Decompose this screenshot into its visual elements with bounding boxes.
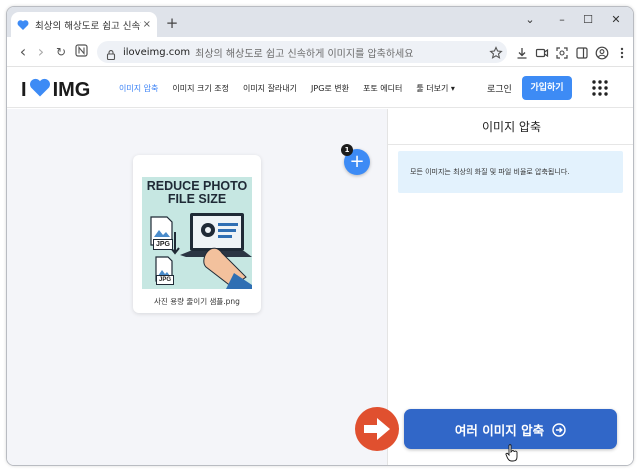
- url-domain: iloveimg.com: [123, 46, 191, 58]
- file-name: 사진 용량 줄이기 샘플.png: [154, 297, 240, 306]
- maximize-button[interactable]: ☐: [577, 13, 599, 26]
- logo-text-right: IMG: [52, 79, 91, 101]
- cast-icon[interactable]: [535, 45, 549, 59]
- nav-more-tools[interactable]: 툴 더보기 ▾: [416, 83, 455, 94]
- thumbnail-badge-jpg-2: JPG: [156, 275, 175, 285]
- upload-area: REDUCE PHOTO FILE SIZE JPG JPG 사진 용량 줄이기…: [7, 109, 387, 465]
- site-info-icon[interactable]: [105, 46, 117, 61]
- hand-cursor-icon: [505, 444, 519, 462]
- download-icon[interactable]: [515, 45, 529, 59]
- main-nav: 이미지 압축 이미지 크기 조정 이미지 잘라내기 JPG로 변환 포토 에디터…: [119, 83, 469, 94]
- arrow-right-circle-icon: [552, 422, 566, 437]
- logo-text-left: I: [21, 79, 27, 101]
- logo-heart-icon: [29, 78, 51, 103]
- profile-icon[interactable]: [595, 45, 609, 60]
- file-thumbnail: REDUCE PHOTO FILE SIZE JPG JPG: [142, 177, 252, 289]
- extension-n-icon[interactable]: [73, 44, 89, 60]
- compress-button-label: 여러 이미지 압축: [454, 422, 545, 438]
- sidebar-panel-icon[interactable]: [575, 45, 589, 59]
- url-page-title: 최상의 해상도로 쉽고 신속하게 이미지를 압축하세요: [195, 48, 414, 60]
- thumbnail-badge-jpg-1: JPG: [153, 239, 174, 250]
- browser-window: 최상의 해상도로 쉽고 신속하게 × + ⌄ – ☐ ✕ ‹ › ↻ ilove…: [6, 6, 634, 466]
- compress-images-button[interactable]: 여러 이미지 압축: [404, 409, 617, 449]
- tab-close-icon[interactable]: ×: [143, 19, 151, 30]
- more-menu-icon[interactable]: [615, 45, 629, 59]
- nav-compress-image[interactable]: 이미지 압축: [119, 83, 158, 94]
- reload-button[interactable]: ↻: [53, 44, 69, 60]
- annotation-arrow-icon: [355, 407, 399, 451]
- info-message: 모든 이미지는 최상의 화질 및 파일 비율로 압축됩니다.: [398, 151, 623, 193]
- tab-strip: 최상의 해상도로 쉽고 신속하게 × + ⌄ – ☐ ✕: [7, 7, 633, 37]
- login-link[interactable]: 로그인: [487, 82, 512, 95]
- tab-title: 최상의 해상도로 쉽고 신속하게: [35, 20, 141, 32]
- panel-title: 이미지 압축: [388, 109, 633, 145]
- nav-resize-image[interactable]: 이미지 크기 조정: [172, 83, 229, 94]
- site-logo[interactable]: I IMG: [21, 78, 90, 103]
- browser-tab[interactable]: 최상의 해상도로 쉽고 신속하게 ×: [11, 12, 157, 37]
- new-tab-button[interactable]: +: [163, 14, 181, 32]
- tab-search-icon[interactable]: ⌄: [519, 13, 541, 26]
- nav-crop-image[interactable]: 이미지 잘라내기: [243, 83, 297, 94]
- close-window-button[interactable]: ✕: [605, 13, 627, 26]
- bookmark-icon[interactable]: [489, 45, 503, 59]
- screenshot-icon[interactable]: [555, 45, 569, 59]
- back-button[interactable]: ‹: [15, 44, 31, 60]
- address-bar[interactable]: iloveimg.com 최상의 해상도로 쉽고 신속하게 이미지를 압축하세요: [97, 41, 507, 63]
- heart-favicon-icon: [17, 19, 29, 31]
- file-count-badge: 1: [341, 144, 353, 156]
- nav-convert-to-jpg[interactable]: JPG로 변환: [311, 83, 349, 94]
- site-header: I IMG 이미지 압축 이미지 크기 조정 이미지 잘라내기 JPG로 변환 …: [7, 68, 633, 108]
- minimize-button[interactable]: –: [551, 13, 573, 26]
- browser-toolbar: ‹ › ↻ iloveimg.com 최상의 해상도로 쉽고 신속하게 이미지를…: [7, 37, 633, 67]
- forward-button[interactable]: ›: [33, 44, 49, 60]
- thumbnail-illustration: [150, 213, 252, 289]
- signup-button[interactable]: 가입하기: [522, 76, 572, 100]
- apps-grid-icon[interactable]: [591, 79, 609, 97]
- nav-photo-editor[interactable]: 포토 에디터: [363, 83, 402, 94]
- file-card[interactable]: REDUCE PHOTO FILE SIZE JPG JPG 사진 용량 줄이기…: [133, 155, 261, 313]
